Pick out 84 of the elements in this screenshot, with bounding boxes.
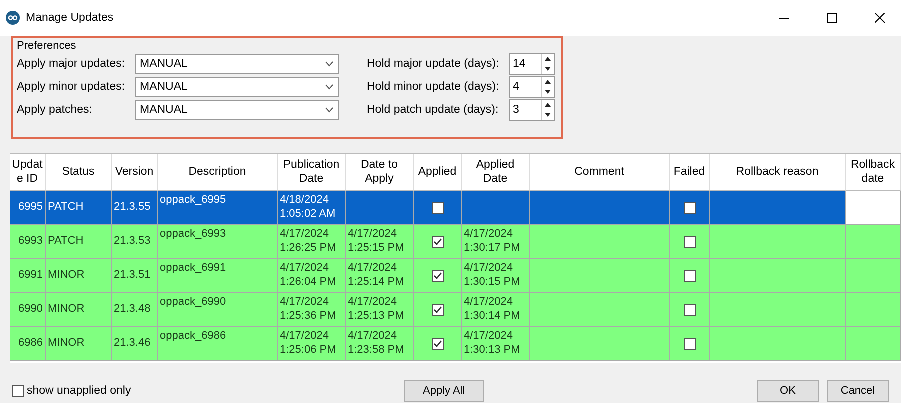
table-cell: oppack_6995 bbox=[158, 191, 278, 225]
table-cell: 6995 bbox=[10, 191, 46, 225]
column-header[interactable]: Comment bbox=[530, 154, 670, 191]
table-cell: 4/17/2024 1:25:14 PM bbox=[346, 259, 414, 293]
checkbox[interactable] bbox=[684, 236, 696, 248]
column-header[interactable]: Failed bbox=[670, 154, 710, 191]
app-logo-icon bbox=[6, 11, 20, 25]
table-cell: 4/17/2024 1:25:06 PM bbox=[278, 327, 346, 361]
table-cell: PATCH bbox=[46, 225, 112, 259]
table-cell: 4/18/2024 1:05:02 AM bbox=[278, 191, 346, 225]
checkbox[interactable] bbox=[684, 270, 696, 282]
column-header[interactable]: Description bbox=[158, 154, 278, 191]
close-icon[interactable] bbox=[875, 13, 885, 23]
table-cell: 21.3.51 bbox=[112, 259, 158, 293]
table-cell: oppack_6986 bbox=[158, 327, 278, 361]
checkbox[interactable] bbox=[684, 202, 696, 214]
table-cell: 4/17/2024 1:26:25 PM bbox=[278, 225, 346, 259]
column-header[interactable]: Applied Date bbox=[462, 154, 530, 191]
table-cell bbox=[846, 225, 901, 259]
caret-icon bbox=[325, 84, 334, 90]
spin-field[interactable]: 4 bbox=[509, 76, 555, 98]
field-label: Hold major update (days): bbox=[367, 58, 500, 70]
table-cell: 6990 bbox=[10, 293, 46, 327]
table-cell: 21.3.55 bbox=[112, 191, 158, 225]
checkbox[interactable] bbox=[432, 304, 444, 316]
dropdown[interactable]: MANUAL bbox=[135, 100, 339, 120]
column-header[interactable]: Rollback date bbox=[846, 154, 901, 191]
table-cell: PATCH bbox=[46, 191, 112, 225]
ok-button[interactable]: OK bbox=[757, 380, 819, 402]
column-header[interactable]: Publication Date bbox=[278, 154, 346, 191]
table-cell: 21.3.48 bbox=[112, 293, 158, 327]
table-cell: MINOR bbox=[46, 293, 112, 327]
spin-field[interactable]: 3 bbox=[509, 99, 555, 121]
table-cell: 4/17/2024 1:30:14 PM bbox=[462, 293, 530, 327]
table-cell: 4/17/2024 1:30:15 PM bbox=[462, 259, 530, 293]
window-title: Manage Updates bbox=[26, 12, 115, 24]
table-cell: 6991 bbox=[10, 259, 46, 293]
field-label: Apply patches: bbox=[17, 104, 94, 116]
table-cell: 4/17/2024 1:25:15 PM bbox=[346, 225, 414, 259]
table-cell: 4/17/2024 1:26:04 PM bbox=[278, 259, 346, 293]
dropdown[interactable]: MANUAL bbox=[135, 54, 339, 74]
table-cell: oppack_6991 bbox=[158, 259, 278, 293]
table-cell: MINOR bbox=[46, 327, 112, 361]
column-header[interactable]: Status bbox=[46, 154, 112, 191]
table-cell bbox=[846, 327, 901, 361]
field-label: Hold patch update (days): bbox=[367, 104, 500, 116]
maximize-icon[interactable] bbox=[827, 13, 837, 23]
apply-all-button[interactable]: Apply All bbox=[404, 380, 484, 402]
checkbox[interactable] bbox=[684, 338, 696, 350]
table-cell: 6993 bbox=[10, 225, 46, 259]
table-cell bbox=[846, 191, 901, 225]
table-cell: 4/17/2024 1:25:13 PM bbox=[346, 293, 414, 327]
field-label: Hold minor update (days): bbox=[367, 81, 500, 93]
dropdown[interactable]: MANUAL bbox=[135, 77, 339, 97]
checkbox[interactable] bbox=[432, 270, 444, 282]
caret-icon bbox=[325, 107, 334, 113]
table-cell: 21.3.53 bbox=[112, 225, 158, 259]
table-cell: 6986 bbox=[10, 327, 46, 361]
show-unapplied-checkbox[interactable]: show unapplied only bbox=[12, 385, 132, 397]
cancel-button[interactable]: Cancel bbox=[827, 380, 889, 402]
column-header[interactable]: Version bbox=[112, 154, 158, 191]
table-cell: 4/17/2024 1:30:13 PM bbox=[462, 327, 530, 361]
checkbox[interactable] bbox=[432, 236, 444, 248]
table-cell bbox=[846, 293, 901, 327]
checkbox[interactable] bbox=[432, 338, 444, 350]
table-cell: 21.3.46 bbox=[112, 327, 158, 361]
field-label: Apply minor updates: bbox=[17, 81, 126, 93]
table-cell: MINOR bbox=[46, 259, 112, 293]
table-cell: oppack_6993 bbox=[158, 225, 278, 259]
table-cell: oppack_6990 bbox=[158, 293, 278, 327]
table-cell: 4/17/2024 1:23:58 PM bbox=[346, 327, 414, 361]
group-title: Preferences bbox=[17, 40, 78, 52]
spin-field[interactable]: 14 bbox=[509, 53, 555, 75]
checkbox[interactable] bbox=[432, 202, 444, 214]
checkbox[interactable] bbox=[684, 304, 696, 316]
column-header[interactable]: Update ID bbox=[10, 154, 46, 191]
table-cell bbox=[846, 259, 901, 293]
column-header[interactable]: Applied bbox=[414, 154, 462, 191]
caret-icon bbox=[325, 61, 334, 67]
table-cell: 4/17/2024 1:30:17 PM bbox=[462, 225, 530, 259]
column-header[interactable]: Rollback reason bbox=[710, 154, 846, 191]
table-cell: 4/17/2024 1:25:36 PM bbox=[278, 293, 346, 327]
field-label: Apply major updates: bbox=[17, 58, 126, 70]
column-header[interactable]: Date to Apply bbox=[346, 154, 414, 191]
